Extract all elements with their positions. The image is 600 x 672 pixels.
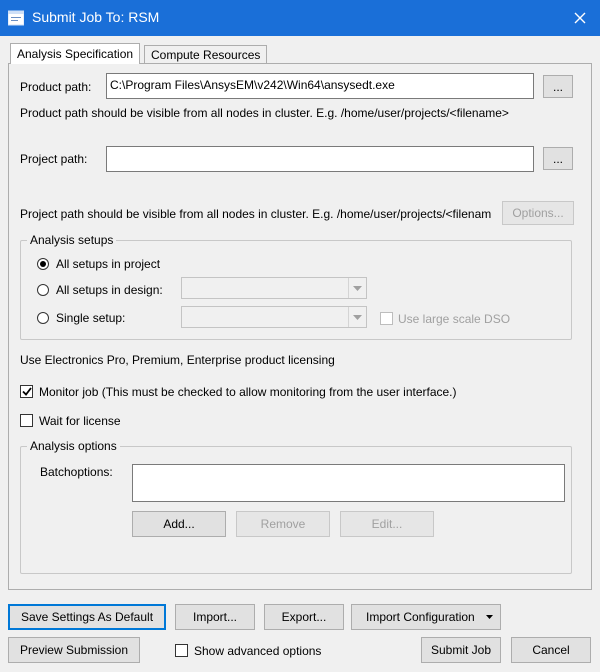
- show-advanced-label: Show advanced options: [194, 644, 322, 658]
- project-path-label: Project path:: [20, 152, 88, 166]
- show-advanced-checkbox[interactable]: [175, 644, 188, 657]
- import-configuration-label: Import Configuration: [366, 610, 475, 624]
- product-path-label: Product path:: [20, 80, 92, 94]
- all-setups-in-design-radio[interactable]: [37, 284, 49, 296]
- export-button[interactable]: Export...: [264, 604, 344, 630]
- checkmark-icon: [21, 387, 32, 396]
- remove-button[interactable]: Remove: [236, 511, 330, 537]
- large-scale-dso-label: Use large scale DSO: [398, 312, 511, 326]
- project-path-hint: Project path should be visible from all …: [20, 207, 492, 221]
- window-title: Submit Job To: RSM: [32, 9, 160, 25]
- edit-button[interactable]: Edit...: [340, 511, 434, 537]
- cancel-button[interactable]: Cancel: [511, 637, 591, 663]
- app-icon: [8, 10, 24, 26]
- licensing-text: Use Electronics Pro, Premium, Enterprise…: [20, 353, 335, 367]
- dropdown-arrow-icon: [486, 615, 493, 619]
- all-setups-in-project-radio[interactable]: [37, 258, 49, 270]
- wait-for-license-label: Wait for license: [39, 414, 121, 428]
- preview-submission-button[interactable]: Preview Submission: [8, 637, 140, 663]
- save-settings-default-button[interactable]: Save Settings As Default: [8, 604, 166, 630]
- monitor-job-checkbox[interactable]: [20, 385, 33, 398]
- batchoptions-label: Batchoptions:: [40, 465, 113, 479]
- import-configuration-button[interactable]: Import Configuration: [351, 604, 501, 630]
- title-bar: Submit Job To: RSM: [0, 0, 600, 36]
- analysis-options-title: Analysis options: [27, 439, 120, 453]
- single-setup-combo[interactable]: [181, 306, 367, 328]
- chevron-down-icon: [348, 278, 366, 298]
- product-path-browse-button[interactable]: ...: [543, 75, 573, 98]
- options-button[interactable]: Options...: [502, 201, 574, 225]
- add-button[interactable]: Add...: [132, 511, 226, 537]
- product-path-input[interactable]: C:\Program Files\AnsysEM\v242\Win64\ansy…: [106, 73, 534, 99]
- project-path-input[interactable]: [106, 146, 534, 172]
- close-icon: [574, 12, 586, 24]
- single-setup-label: Single setup:: [56, 311, 126, 325]
- monitor-job-label: Monitor job (This must be checked to all…: [39, 385, 457, 399]
- submit-job-button[interactable]: Submit Job: [421, 637, 501, 663]
- single-setup-radio[interactable]: [37, 312, 49, 324]
- project-path-browse-button[interactable]: ...: [543, 147, 573, 170]
- large-scale-dso-checkbox[interactable]: [380, 312, 393, 325]
- analysis-setups-title: Analysis setups: [27, 233, 117, 247]
- all-setups-in-design-label: All setups in design:: [56, 283, 163, 297]
- tab-compute-resources[interactable]: Compute Resources: [144, 45, 268, 64]
- import-button[interactable]: Import...: [175, 604, 255, 630]
- chevron-down-icon: [348, 307, 366, 327]
- batchoptions-list[interactable]: [132, 464, 565, 502]
- product-path-hint: Product path should be visible from all …: [20, 106, 509, 120]
- close-button[interactable]: [568, 6, 592, 30]
- tab-analysis-specification[interactable]: Analysis Specification: [10, 43, 141, 64]
- design-setup-combo[interactable]: [181, 277, 367, 299]
- all-setups-in-project-label: All setups in project: [56, 257, 161, 271]
- wait-for-license-checkbox[interactable]: [20, 414, 33, 427]
